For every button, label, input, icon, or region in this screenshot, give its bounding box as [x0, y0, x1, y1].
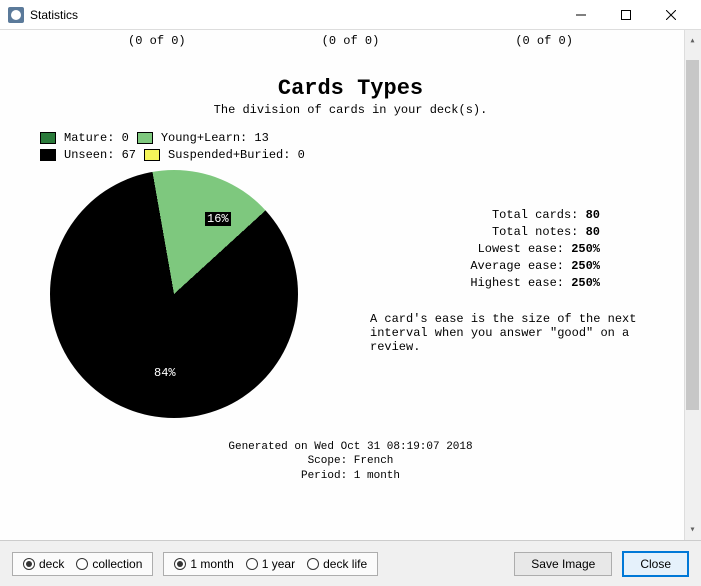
stat-value: 250% [571, 242, 600, 256]
legend-swatch [137, 132, 153, 144]
scroll-up-icon[interactable]: ▴ [686, 32, 699, 49]
stat-value: 80 [586, 208, 600, 222]
radio-label: 1 year [262, 557, 295, 571]
stat-value: 250% [571, 276, 600, 290]
generated-line: Generated on Wed Oct 31 08:19:07 2018 [0, 440, 701, 454]
radio-1-month[interactable]: 1 month [174, 557, 233, 571]
legend-label: Suspended+Buried: 0 [168, 148, 305, 162]
radio-collection[interactable]: collection [76, 557, 142, 571]
scroll-thumb[interactable] [686, 60, 699, 410]
radio-icon [174, 558, 186, 570]
window-title: Statistics [30, 8, 78, 22]
stat-label: Highest ease: [470, 276, 564, 290]
top-counts-row: (0 of 0) (0 of 0) (0 of 0) [0, 30, 701, 48]
close-button[interactable]: Close [622, 551, 689, 577]
radio-label: collection [92, 557, 142, 571]
section-title: Cards Types [0, 76, 701, 101]
stat-label: Total notes: [492, 225, 578, 239]
footer-meta: Generated on Wed Oct 31 08:19:07 2018 Sc… [0, 440, 701, 483]
radio-label: deck [39, 557, 64, 571]
stat-label: Lowest ease: [478, 242, 564, 256]
maximize-button[interactable] [603, 0, 648, 30]
stat-label: Total cards: [492, 208, 578, 222]
scope-line: Scope: French [0, 454, 701, 468]
app-icon [8, 7, 24, 23]
stats-note: A card's ease is the size of the next in… [370, 312, 670, 354]
scroll-down-icon[interactable]: ▾ [686, 521, 699, 538]
minimize-button[interactable] [558, 0, 603, 30]
legend-label: Mature: 0 [64, 131, 129, 145]
radio-icon [307, 558, 319, 570]
radio-icon [23, 558, 35, 570]
radio-deck[interactable]: deck [23, 557, 64, 571]
stat-value: 250% [571, 259, 600, 273]
radio-label: deck life [323, 557, 367, 571]
legend-label: Unseen: 67 [64, 148, 136, 162]
save-image-button[interactable]: Save Image [514, 552, 612, 576]
vertical-scrollbar[interactable]: ▴ ▾ [684, 30, 701, 540]
section-subtitle: The division of cards in your deck(s). [0, 103, 701, 117]
scope-radio-group: deck collection [12, 552, 153, 576]
legend-swatch [40, 132, 56, 144]
pie-chart: 16% 84% [50, 170, 350, 418]
radio-deck-life[interactable]: deck life [307, 557, 367, 571]
chart-legend: Mature: 0 Young+Learn: 13 Unseen: 67 Sus… [40, 131, 701, 162]
radio-1-year[interactable]: 1 year [246, 557, 295, 571]
pie-slice-label: 84% [154, 366, 176, 380]
top-count: (0 of 0) [322, 34, 380, 48]
period-line: Period: 1 month [0, 469, 701, 483]
stat-value: 80 [586, 225, 600, 239]
period-radio-group: 1 month 1 year deck life [163, 552, 378, 576]
radio-icon [76, 558, 88, 570]
bottom-toolbar: deck collection 1 month 1 year deck life… [0, 540, 701, 586]
legend-label: Young+Learn: 13 [161, 131, 269, 145]
top-count: (0 of 0) [515, 34, 573, 48]
content-area: (0 of 0) (0 of 0) (0 of 0) Cards Types T… [0, 30, 701, 540]
radio-label: 1 month [190, 557, 233, 571]
pie-slice-label: 16% [205, 212, 231, 226]
top-count: (0 of 0) [128, 34, 186, 48]
stat-label: Average ease: [470, 259, 564, 273]
close-window-button[interactable] [648, 0, 693, 30]
legend-swatch [40, 149, 56, 161]
radio-icon [246, 558, 258, 570]
stats-panel: Total cards: 80 Total notes: 80 Lowest e… [370, 208, 670, 418]
titlebar: Statistics [0, 0, 701, 30]
legend-swatch [144, 149, 160, 161]
